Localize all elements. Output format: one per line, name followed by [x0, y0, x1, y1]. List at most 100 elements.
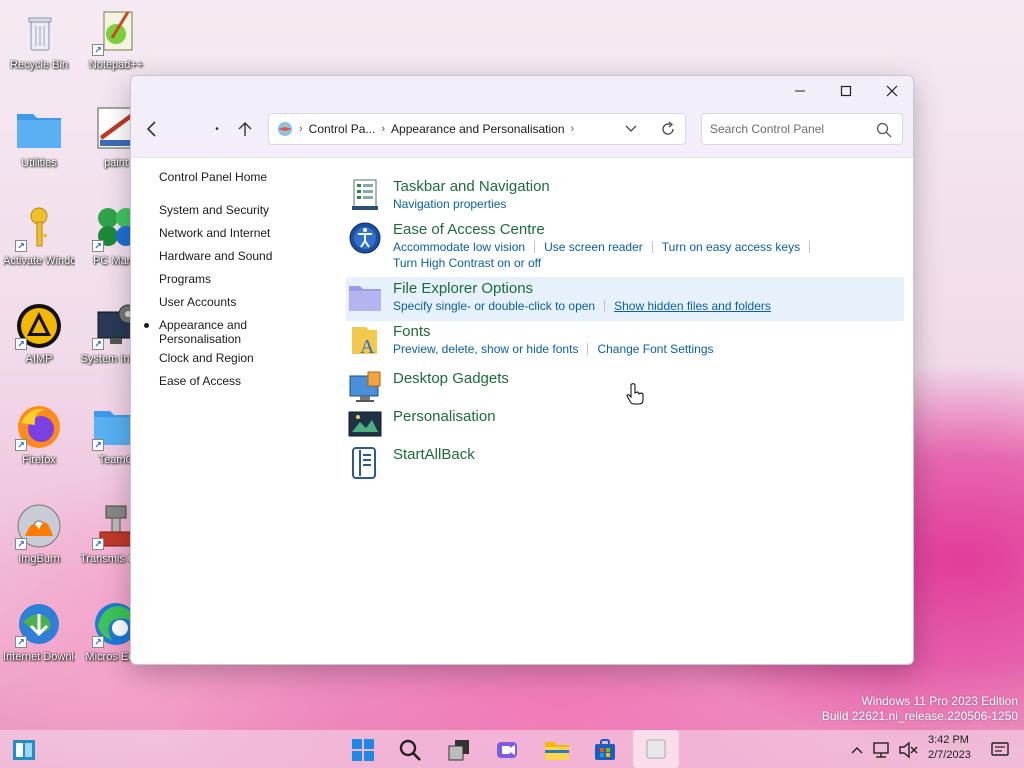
imgburn-icon: ↗ — [15, 502, 63, 550]
refresh-icon[interactable] — [661, 121, 675, 140]
breadcrumb-separator-icon: › — [299, 123, 303, 135]
link-accommodate-low-vision[interactable]: Accommodate low vision — [393, 239, 525, 255]
taskbar-clock[interactable]: 3:42 PM 2/7/2023 — [928, 733, 971, 763]
desktop-icon-aimp[interactable]: ↗ AIMP — [3, 302, 75, 366]
recent-locations-dropdown[interactable]: • — [203, 115, 231, 143]
title-bar[interactable] — [131, 76, 913, 106]
link-change-font-settings[interactable]: Change Font Settings — [597, 341, 713, 357]
nav-ease-of-access[interactable]: Ease of Access — [159, 374, 241, 388]
key-icon: ↗ — [15, 204, 63, 252]
desktop-icon-label: Recycle Bin — [9, 59, 69, 71]
search-icon[interactable] — [395, 735, 425, 765]
control-panel-taskbar-button[interactable] — [633, 730, 679, 768]
shortcut-arrow-icon: ↗ — [15, 636, 27, 648]
aimp-icon: ↗ — [15, 302, 63, 350]
category-title[interactable]: Ease of Access Centre — [393, 221, 545, 238]
folder-icon — [15, 106, 63, 154]
address-bar[interactable]: › Control Pa... › Appearance and Persona… — [268, 113, 686, 145]
desktop-icon-activate-windows[interactable]: ↗ Activate Windows — [3, 204, 75, 268]
search-input[interactable]: Search Control Panel — [701, 113, 903, 145]
shortcut-arrow-icon: ↗ — [92, 240, 104, 252]
desktop-icon-label: Notepad++ — [88, 59, 144, 71]
search-icon[interactable] — [876, 122, 892, 141]
nav-programs[interactable]: Programs — [159, 272, 211, 286]
link-separator — [809, 241, 811, 253]
fonts-icon: A — [348, 323, 382, 358]
desktop-icon-label: Firefox — [22, 454, 56, 466]
microsoft-store-icon[interactable] — [590, 735, 620, 765]
current-page-bullet-icon — [144, 323, 149, 328]
nav-user-accounts[interactable]: User Accounts — [159, 295, 236, 309]
shortcut-arrow-icon: ↗ — [15, 338, 27, 350]
breadcrumb-control-panel[interactable]: Control Pa... — [309, 122, 376, 136]
maximize-button[interactable] — [823, 76, 869, 106]
content-area: Control Panel Home System and Security N… — [131, 158, 913, 664]
category-title[interactable]: Fonts — [393, 323, 431, 340]
close-button[interactable] — [869, 76, 913, 106]
watermark-build: Build 22621.ni_release.220506-1250 — [821, 709, 1018, 723]
volume-muted-icon[interactable] — [896, 735, 920, 765]
link-preview-delete-fonts[interactable]: Preview, delete, show or hide fonts — [393, 341, 578, 357]
desktop-icon-label: Utilities — [21, 157, 57, 169]
minimize-button[interactable] — [777, 76, 823, 106]
ease-of-access-icon — [348, 221, 382, 255]
nav-clock-and-region[interactable]: Clock and Region — [159, 351, 254, 365]
watermark-edition: Windows 11 Pro 2023 Edition — [861, 694, 1018, 708]
file-explorer-icon[interactable] — [542, 735, 572, 765]
nav-control-panel-home[interactable]: Control Panel Home — [159, 170, 267, 184]
link-turn-on-easy-access-keys[interactable]: Turn on easy access keys — [662, 239, 800, 255]
category-title[interactable]: Desktop Gadgets — [393, 370, 509, 387]
category-links-row2: Turn High Contrast on or off — [393, 255, 541, 271]
up-button[interactable] — [231, 115, 259, 143]
back-button[interactable] — [137, 115, 165, 143]
desktop-icon-notepad[interactable]: ↗ Notepad++ — [80, 8, 152, 72]
desktop-icon-imgburn[interactable]: ↗ ImgBurn — [3, 502, 75, 566]
chevron-up-icon[interactable] — [847, 735, 867, 765]
shortcut-arrow-icon: ↗ — [92, 439, 104, 451]
category-links: Specify single- or double-click to open S… — [393, 298, 771, 314]
windows-watermark: Windows 11 Pro 2023 Edition Build 22621.… — [822, 694, 1018, 724]
link-show-hidden-files-and-folders[interactable]: Show hidden files and folders — [614, 298, 771, 314]
desktop-gadgets-icon — [348, 370, 382, 404]
link-turn-high-contrast[interactable]: Turn High Contrast on or off — [393, 255, 541, 271]
category-title[interactable]: Taskbar and Navigation — [393, 178, 550, 195]
nav-appearance-line1[interactable]: Appearance and — [159, 318, 247, 332]
nav-network-and-internet[interactable]: Network and Internet — [159, 226, 270, 240]
notification-center-icon[interactable] — [988, 735, 1012, 765]
link-separator — [534, 241, 536, 253]
category-title[interactable]: StartAllBack — [393, 446, 475, 463]
startallback-icon — [348, 446, 382, 480]
task-view-icon[interactable] — [444, 735, 474, 765]
clock-date: 2/7/2023 — [928, 749, 971, 761]
desktop-icon-recycle-bin[interactable]: Recycle Bin — [3, 8, 75, 72]
breadcrumb-separator-icon[interactable]: › — [571, 123, 575, 135]
firefox-icon: ↗ — [15, 403, 63, 451]
breadcrumb-appearance[interactable]: Appearance and Personalisation — [391, 122, 564, 136]
control-panel-icon — [277, 121, 293, 137]
desktop-icon-utilities[interactable]: Utilities — [3, 106, 75, 170]
link-navigation-properties[interactable]: Navigation properties — [393, 196, 506, 212]
desktop-icon-internet-download-manager[interactable]: ↗ Internet Downlo... — [3, 600, 75, 664]
nav-appearance-line2[interactable]: Personalisation — [159, 332, 241, 346]
personalisation-icon — [348, 408, 382, 442]
teams-chat-icon[interactable] — [492, 735, 522, 765]
network-icon[interactable] — [870, 735, 894, 765]
category-links: Navigation properties — [393, 196, 506, 212]
category-title[interactable]: File Explorer Options — [393, 280, 533, 297]
widgets-icon[interactable] — [9, 735, 39, 765]
desktop-icon-label: AIMP — [25, 353, 53, 365]
category-title[interactable]: Personalisation — [393, 408, 496, 425]
shortcut-arrow-icon: ↗ — [92, 538, 104, 550]
desktop-icon-firefox[interactable]: ↗ Firefox — [3, 403, 75, 467]
folder-icon — [348, 280, 382, 314]
start-icon[interactable] — [348, 735, 378, 765]
address-dropdown-icon[interactable] — [625, 123, 637, 137]
desktop-icon-label: Activate Windows — [3, 255, 75, 267]
desktop-icon-label: ImgBurn — [18, 553, 60, 565]
link-specify-single-or-double-click[interactable]: Specify single- or double-click to open — [393, 298, 595, 314]
nav-hardware-and-sound[interactable]: Hardware and Sound — [159, 249, 272, 263]
nav-system-and-security[interactable]: System and Security — [159, 203, 269, 217]
link-use-screen-reader[interactable]: Use screen reader — [544, 239, 643, 255]
shortcut-arrow-icon: ↗ — [15, 538, 27, 550]
shortcut-arrow-icon: ↗ — [92, 338, 104, 350]
